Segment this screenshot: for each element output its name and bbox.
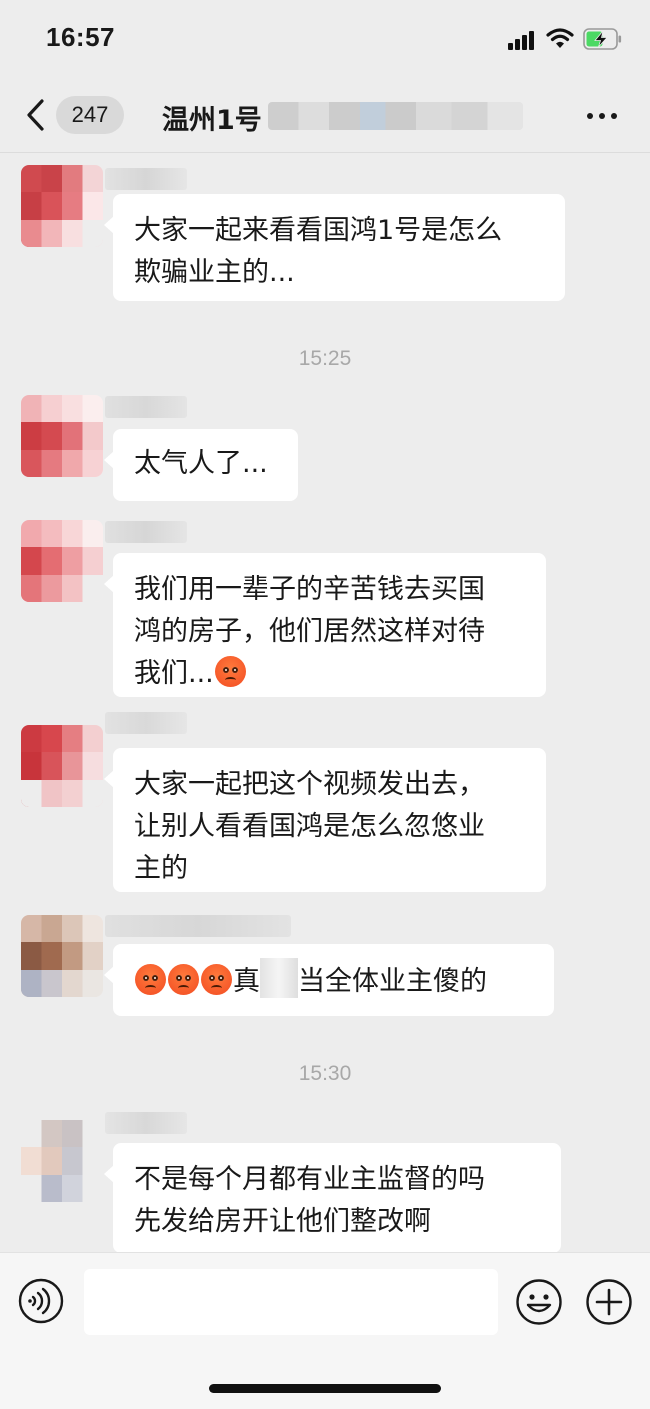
- message-timestamp: 15:25: [298, 347, 352, 370]
- sender-name-redacted: [105, 396, 187, 418]
- avatar[interactable]: [21, 165, 103, 247]
- status-time: 16:57: [46, 22, 115, 52]
- angry-face-emoji: [135, 964, 166, 995]
- message-timestamp: 15:30: [298, 1062, 352, 1085]
- message-bubble[interactable]: 太气人了...: [104, 429, 298, 501]
- message-bubble[interactable]: 真 当全体业主傻的: [104, 944, 554, 1016]
- emoji-smile-icon[interactable]: [515, 1278, 563, 1326]
- chat-title: 温州1号: [162, 105, 262, 136]
- angry-face-emoji: [168, 964, 199, 995]
- sender-name-redacted: [105, 712, 187, 734]
- message-input[interactable]: [84, 1269, 498, 1335]
- message-bubble[interactable]: 我们用一辈子的辛苦钱去买国 鸿的房子，他们居然这样对待 我们...: [104, 553, 546, 697]
- title-redaction: [268, 102, 523, 130]
- sender-name-redacted: [105, 521, 187, 543]
- battery-charging-icon: [583, 28, 622, 50]
- message-text-line: 我们...: [134, 658, 214, 689]
- redacted-text: [260, 958, 298, 998]
- unread-count-badge[interactable]: 247: [56, 96, 124, 134]
- angry-face-emoji: [201, 964, 232, 995]
- avatar[interactable]: [21, 395, 103, 477]
- sender-name-redacted: [105, 1112, 187, 1134]
- angry-face-emoji: [214, 656, 246, 687]
- avatar[interactable]: [21, 1120, 103, 1202]
- avatar[interactable]: [21, 725, 103, 807]
- home-indicator[interactable]: [209, 1384, 441, 1393]
- avatar[interactable]: [21, 915, 103, 997]
- sender-name-redacted: [105, 915, 291, 937]
- wifi-icon: [546, 28, 574, 48]
- cellular-signal-icon: [508, 30, 538, 50]
- chevron-left-icon[interactable]: [22, 97, 50, 133]
- chat-header: 247 温州1号: [0, 80, 650, 153]
- message-text-line: 我们用一辈子的辛苦钱去买国: [134, 574, 485, 605]
- more-dots-icon[interactable]: [584, 104, 620, 128]
- plus-circle-icon[interactable]: [585, 1278, 633, 1326]
- status-bar: 16:57: [0, 0, 650, 80]
- chat-input-bar: [0, 1252, 650, 1409]
- voice-input-icon[interactable]: [18, 1278, 64, 1324]
- message-bubble[interactable]: 大家一起把这个视频发出去， 让别人看看国鸿是怎么忽悠业 主的: [104, 748, 546, 892]
- message-text-line: 鸿的房子，他们居然这样对待: [134, 616, 485, 647]
- message-bubble[interactable]: 不是每个月都有业主监督的吗 先发给房开让他们整改啊: [104, 1143, 561, 1253]
- message-text-fragment: 真: [233, 966, 260, 997]
- message-bubble[interactable]: 大家一起来看看国鸿1号是怎么 欺骗业主的...: [104, 194, 565, 301]
- sender-name-redacted: [105, 168, 187, 190]
- avatar[interactable]: [21, 520, 103, 602]
- message-text-fragment: 当全体业主傻的: [298, 966, 487, 997]
